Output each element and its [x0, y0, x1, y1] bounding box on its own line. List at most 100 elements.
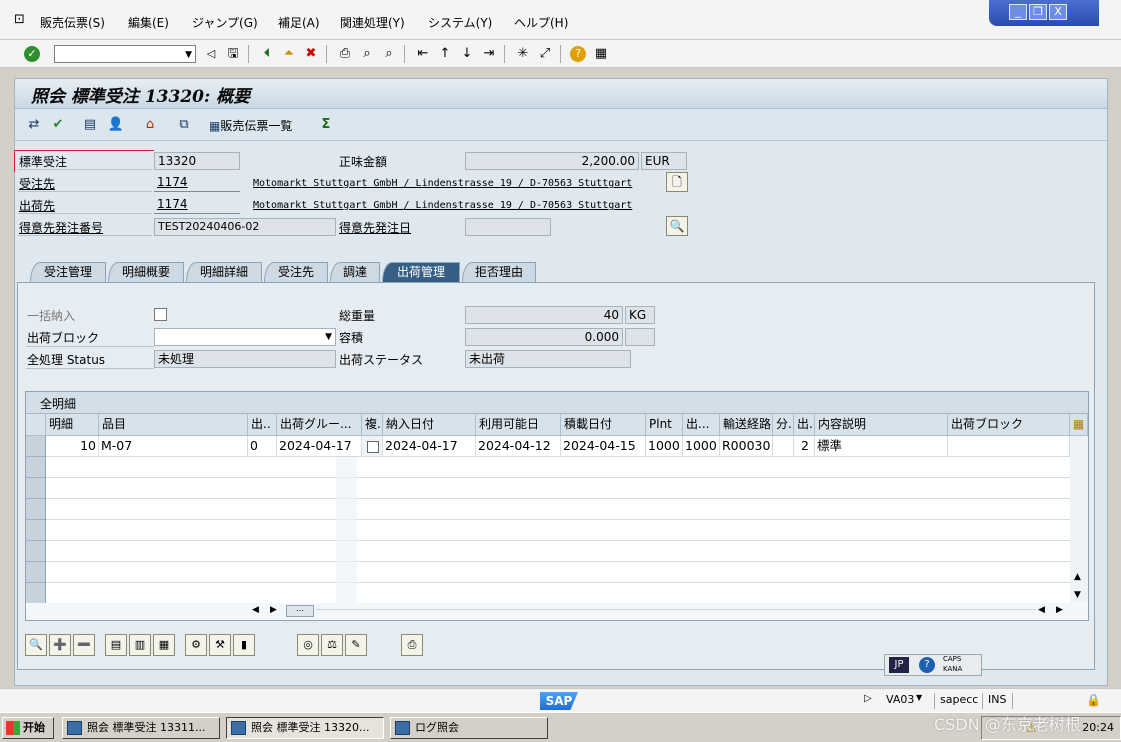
- scroll-right-icon[interactable]: ▶: [270, 605, 277, 615]
- zoom-detail-icon[interactable]: 🔍: [25, 634, 47, 656]
- scroll-thumb[interactable]: ⋯: [286, 605, 314, 617]
- menu-system[interactable]: システム(Y): [428, 14, 492, 31]
- volume-unit-field[interactable]: [625, 328, 655, 346]
- status-expand-icon[interactable]: ▷: [864, 693, 872, 704]
- shortcut-icon[interactable]: ⤢: [536, 45, 554, 63]
- menu-extras[interactable]: 補足(A): [278, 14, 320, 31]
- row-selector-column[interactable]: [26, 457, 46, 603]
- layout-menu-icon[interactable]: ▦: [592, 45, 610, 63]
- task-order-13311[interactable]: 照会 標準受注 13311...: [62, 717, 220, 739]
- cell-delivery-date[interactable]: 2024-04-17: [383, 436, 476, 457]
- find-next-icon[interactable]: ⌕: [380, 45, 398, 63]
- col-availability-date[interactable]: 利用可能日: [476, 414, 561, 436]
- order-number-field[interactable]: 13320: [154, 152, 240, 170]
- schedule-lines-icon[interactable]: ▮: [233, 634, 255, 656]
- select-all-icon[interactable]: ▤: [105, 634, 127, 656]
- row-selector[interactable]: [26, 436, 46, 457]
- complete-delivery-checkbox[interactable]: [154, 308, 167, 321]
- cell-route[interactable]: R00030: [720, 436, 773, 457]
- duplicate-checkbox[interactable]: [367, 440, 379, 453]
- col-delivery-date[interactable]: 納入日付: [383, 414, 476, 436]
- cell-delivery-priority[interactable]: 0: [248, 436, 277, 457]
- sales-document-list-button[interactable]: ▦販売伝票一覧: [209, 117, 292, 134]
- tab-sales[interactable]: 受注管理: [30, 262, 106, 282]
- tab-item-overview[interactable]: 明細概要: [108, 262, 184, 282]
- enter-check-icon[interactable]: ✓: [24, 46, 40, 62]
- col-material[interactable]: 品目: [99, 414, 248, 436]
- help-icon[interactable]: ?: [570, 46, 586, 62]
- deselect-all-icon[interactable]: ▦: [153, 634, 175, 656]
- menu-edit[interactable]: 編集(E): [128, 14, 169, 31]
- document-icon[interactable]: 🗋: [666, 172, 688, 192]
- cell-availability-date[interactable]: 2024-04-12: [476, 436, 561, 457]
- last-page-icon[interactable]: ⇥: [480, 45, 498, 63]
- cancel-icon[interactable]: ✖: [302, 45, 320, 63]
- back-icon[interactable]: ⏴: [258, 45, 276, 63]
- col-duplicate[interactable]: 複.: [362, 414, 383, 436]
- sold-to-label[interactable]: 受注先: [19, 175, 55, 192]
- pricing-icon[interactable]: ⚙: [185, 634, 207, 656]
- ship-to-label[interactable]: 出荷先: [19, 197, 55, 214]
- sum-icon[interactable]: Σ: [317, 116, 335, 134]
- cell-item[interactable]: 10: [46, 436, 99, 457]
- chevron-down-icon[interactable]: ▼: [325, 329, 332, 345]
- cell-loading-date[interactable]: 2024-04-15: [561, 436, 646, 457]
- ship-to-address-link[interactable]: Motomarkt Stuttgart GmbH / Lindenstrasse…: [250, 198, 640, 216]
- tab-shipping[interactable]: 出荷管理: [382, 262, 460, 282]
- select-block-icon[interactable]: ▥: [129, 634, 151, 656]
- sold-to-address-link[interactable]: Motomarkt Stuttgart GmbH / Lindenstrasse…: [250, 176, 640, 194]
- cell-delivery[interactable]: 2: [794, 436, 815, 457]
- ship-to-field[interactable]: 1174: [154, 196, 240, 214]
- col-plant[interactable]: Plnt: [646, 414, 683, 436]
- tab-item-detail[interactable]: 明細詳細: [186, 262, 262, 282]
- overall-status-field[interactable]: 未処理: [154, 350, 336, 368]
- availability-icon[interactable]: ◎: [297, 634, 319, 656]
- net-value-field[interactable]: 2,200.00: [465, 152, 639, 170]
- menu-sales-document[interactable]: 販売伝票(S): [40, 14, 105, 31]
- edit-note-icon[interactable]: ✎: [345, 634, 367, 656]
- cell-shipping-point[interactable]: 1000: [683, 436, 720, 457]
- configuration-icon[interactable]: ⚒: [209, 634, 231, 656]
- cell-material[interactable]: M-07: [99, 436, 248, 457]
- menu-help[interactable]: ヘルプ(H): [514, 14, 568, 31]
- total-weight-field[interactable]: 40: [465, 306, 623, 324]
- close-button[interactable]: X: [1049, 4, 1067, 20]
- col-description[interactable]: 内容説明: [815, 414, 948, 436]
- tab-procurement[interactable]: 調達: [330, 262, 380, 282]
- document-flow-icon[interactable]: ⧉: [175, 116, 193, 134]
- insert-row-icon[interactable]: ➕: [49, 634, 71, 656]
- cell-delivery-block[interactable]: [948, 436, 1070, 457]
- home-icon[interactable]: ⌂: [141, 116, 159, 134]
- delete-row-icon[interactable]: ➖: [73, 634, 95, 656]
- weight-unit-field[interactable]: KG: [625, 306, 655, 324]
- display-change-icon[interactable]: ⇄: [25, 116, 43, 134]
- tab-reason-for-rejection[interactable]: 拒否理由: [462, 262, 536, 282]
- search-icon[interactable]: 🔍: [666, 216, 688, 236]
- new-session-icon[interactable]: ✳: [514, 45, 532, 63]
- scroll-left-end-icon[interactable]: ◀: [1038, 605, 1045, 615]
- col-shipping-point[interactable]: 出...: [683, 414, 720, 436]
- task-log-display[interactable]: ログ照会: [390, 717, 548, 739]
- ime-lang[interactable]: JP: [889, 657, 909, 673]
- system-menu-icon[interactable]: ⊡: [14, 12, 25, 27]
- first-page-icon[interactable]: ⇤: [414, 45, 432, 63]
- delivery-block-dropdown[interactable]: ▼: [154, 328, 336, 346]
- scroll-right-end-icon[interactable]: ▶: [1056, 605, 1063, 615]
- chevron-down-icon[interactable]: ▼: [185, 50, 192, 60]
- col-delivery-block[interactable]: 出荷ブロック: [948, 414, 1070, 436]
- command-field[interactable]: ▼: [54, 45, 196, 63]
- scroll-left-icon[interactable]: ◀: [252, 605, 259, 615]
- back-arrow-icon[interactable]: ◁: [202, 45, 220, 63]
- cell-delivery-group[interactable]: 2024-04-17: [277, 436, 362, 457]
- scroll-down-icon[interactable]: ▼: [1074, 590, 1081, 600]
- col-item[interactable]: 明細: [46, 414, 99, 436]
- delivery-status-field[interactable]: 未出荷: [465, 350, 631, 368]
- col-delivery[interactable]: 出.: [794, 414, 815, 436]
- cell-description[interactable]: 標準: [815, 436, 948, 457]
- col-delivery-priority[interactable]: 出..: [248, 414, 277, 436]
- col-loading-date[interactable]: 積載日付: [561, 414, 646, 436]
- cell-duplicate[interactable]: [362, 436, 383, 457]
- next-page-icon[interactable]: ↓: [458, 45, 476, 63]
- col-partial[interactable]: 分.: [773, 414, 794, 436]
- po-date-field[interactable]: [465, 218, 551, 236]
